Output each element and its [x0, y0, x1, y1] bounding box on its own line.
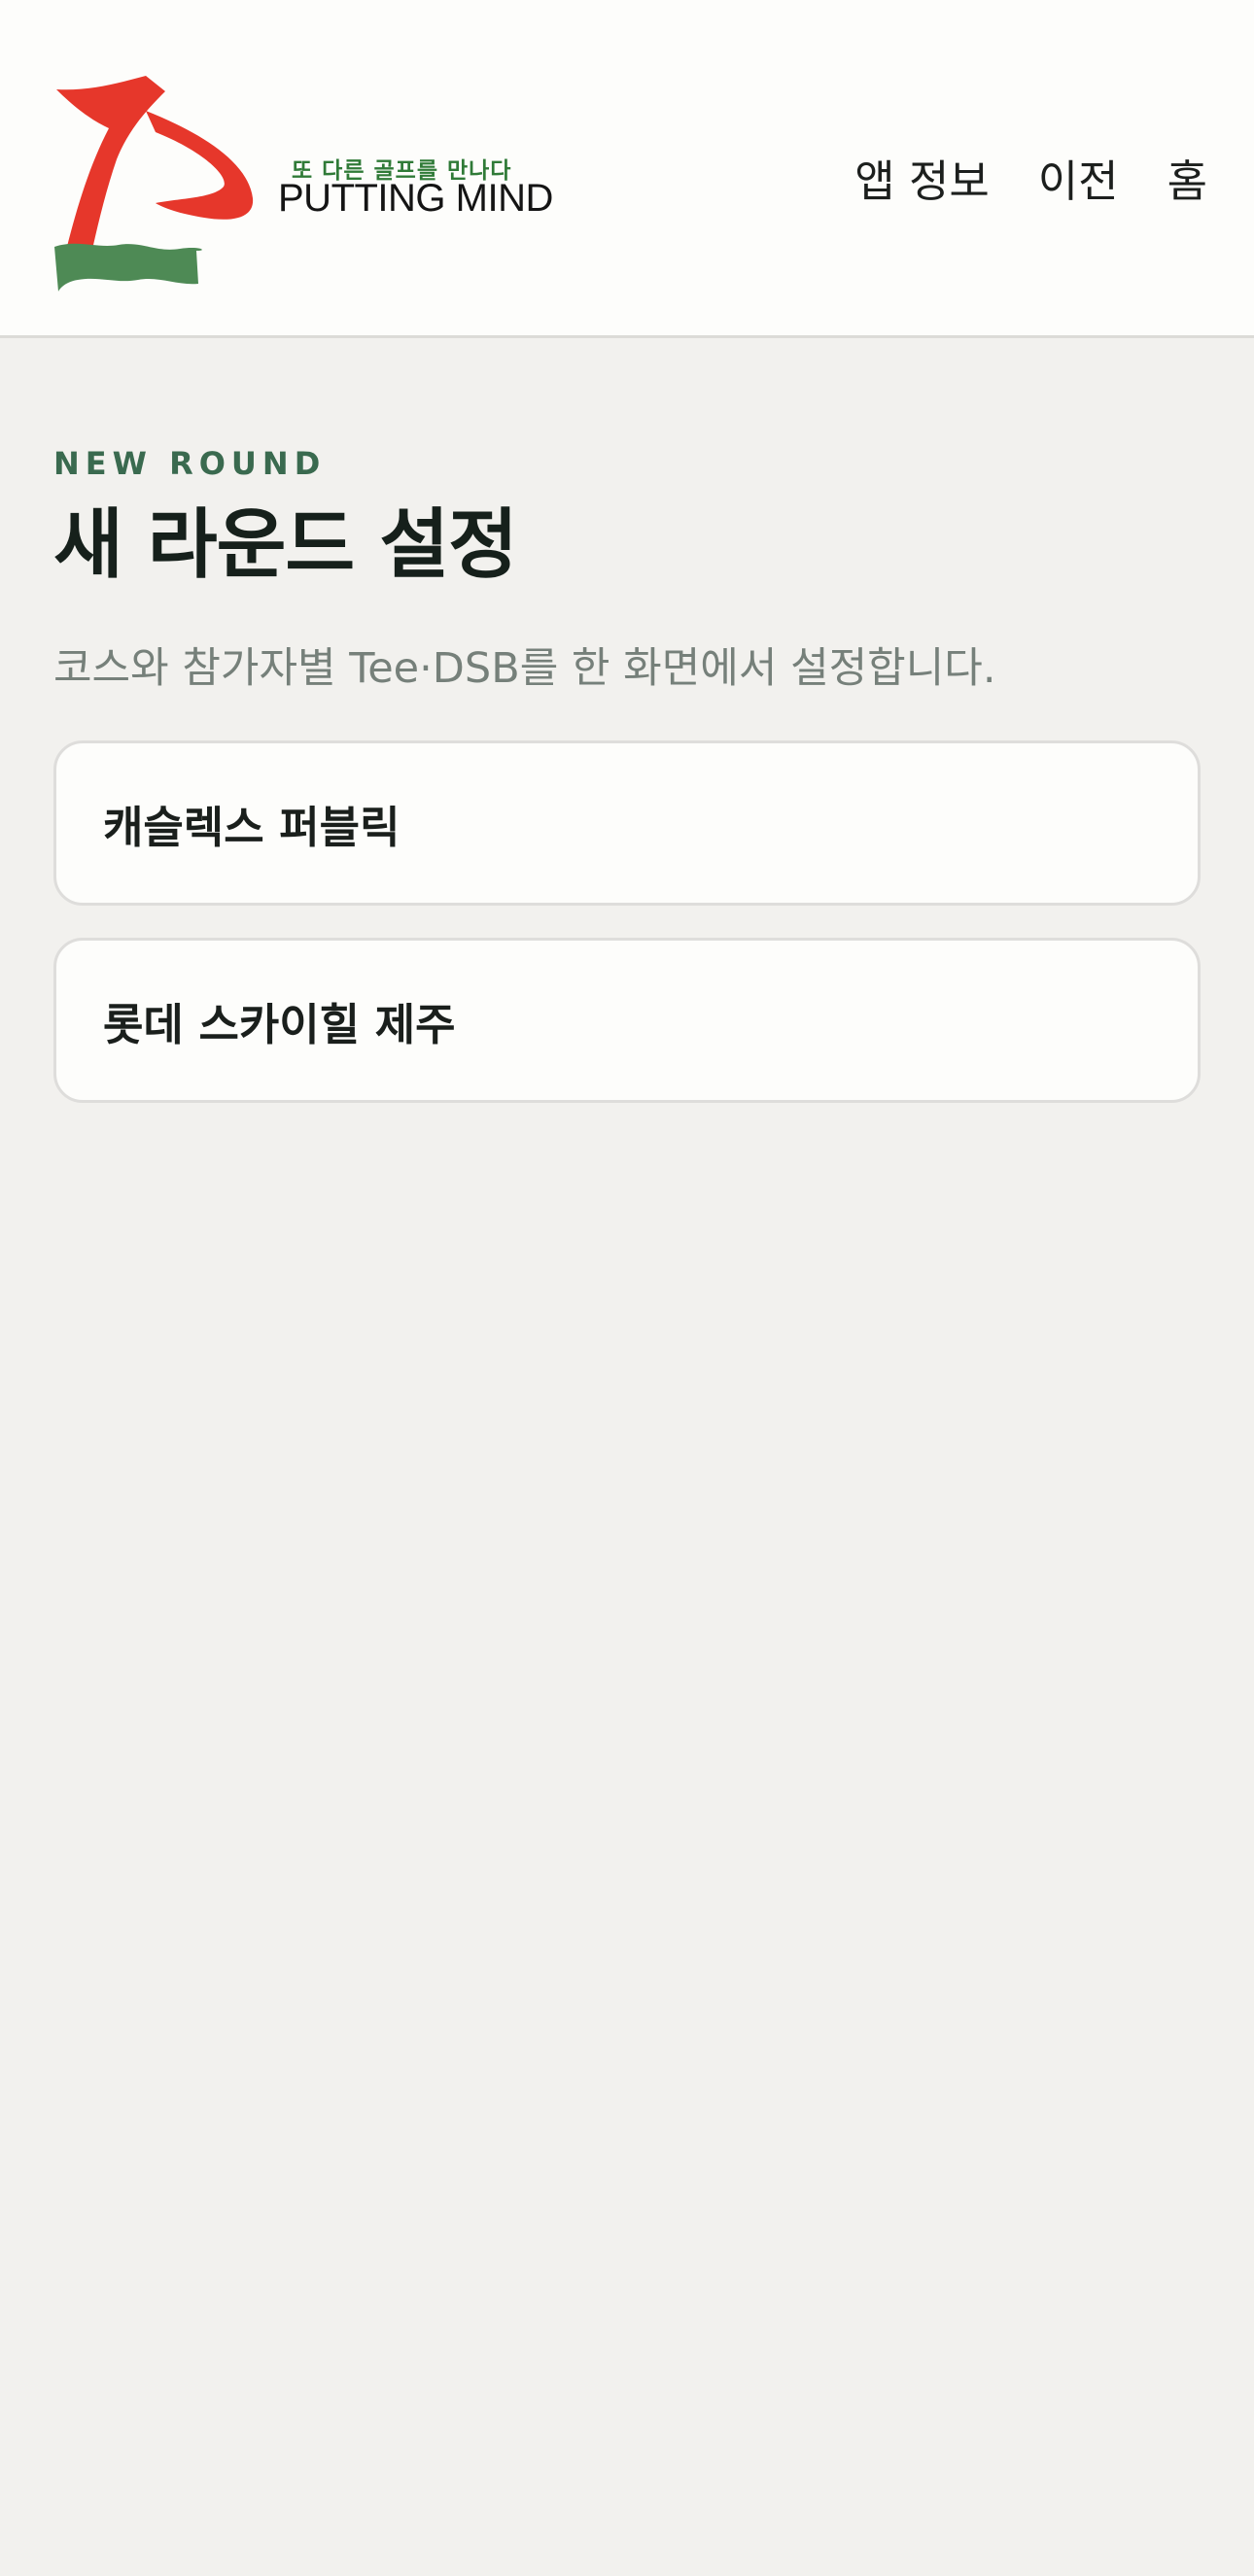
page-title: 새 라운드 설정	[53, 501, 518, 589]
course-name: 캐슬렉스 퍼블릭	[103, 801, 401, 853]
nav-back-link[interactable]: 이전	[1038, 146, 1119, 209]
logo-home-link[interactable]: 또 다른 골프를 만나다 PUTTING MIND	[49, 72, 554, 297]
course-name: 롯데 스카이힐 제주	[103, 998, 456, 1050]
course-card-castlex[interactable]: 캐슬렉스 퍼블릭	[53, 740, 1201, 906]
app-header: 또 다른 골프를 만나다 PUTTING MIND 앱 정보 이전 홈	[0, 0, 1254, 338]
course-card-lotte-skyhill[interactable]: 롯데 스카이힐 제주	[53, 938, 1201, 1103]
logo-wordmark: PUTTING MIND	[278, 177, 553, 220]
nav-home-link[interactable]: 홈	[1167, 146, 1207, 209]
nav-app-info-link[interactable]: 앱 정보	[854, 146, 990, 209]
top-nav: 앱 정보 이전 홈	[854, 146, 1207, 209]
main-content: NEW ROUND 새 라운드 설정 코스와 참가자별 Tee·DSB를 한 화…	[53, 442, 1201, 1103]
putting-mind-logo-icon	[54, 76, 254, 292]
course-list: 캐슬렉스 퍼블릭 롯데 스카이힐 제주	[53, 740, 1201, 1103]
section-eyebrow: NEW ROUND	[53, 445, 327, 482]
page-subtitle: 코스와 참가자별 Tee·DSB를 한 화면에서 설정합니다.	[53, 644, 996, 693]
